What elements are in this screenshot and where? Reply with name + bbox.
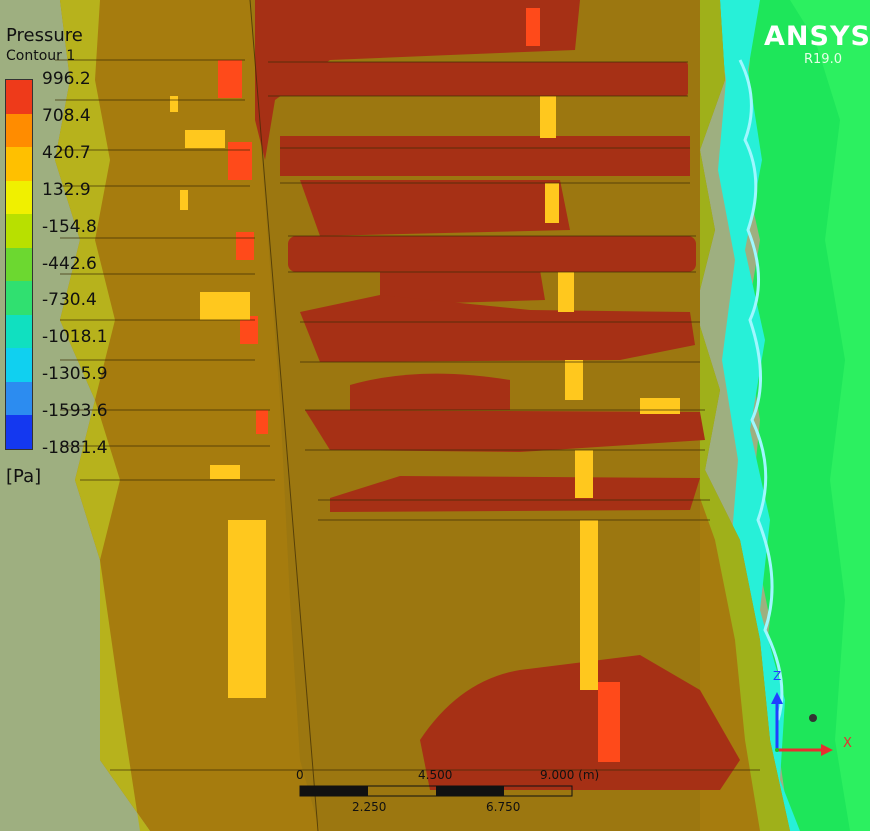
axis-z-label: Z xyxy=(773,669,782,683)
axis-origin xyxy=(775,748,779,752)
legend-level-label: -442.6 xyxy=(42,253,97,274)
legend-swatch xyxy=(6,247,32,282)
legend-level-label: 132.9 xyxy=(42,179,91,200)
legend-level-label: 996.2 xyxy=(42,69,91,89)
ansys-logo: ANSYS xyxy=(764,21,870,52)
legend-level-label: -1305.9 xyxy=(42,364,108,385)
scale-label-0: 0 xyxy=(296,768,304,782)
axis-z-arrowhead xyxy=(771,692,783,704)
legend-subtitle: Contour 1 xyxy=(6,48,76,64)
axis-triad[interactable] xyxy=(765,690,845,760)
scale-label-2250: 2.250 xyxy=(352,800,387,814)
legend-level-label: -1881.4 xyxy=(42,438,108,458)
legend-title: Pressure xyxy=(6,25,83,46)
legend-level-label: -730.4 xyxy=(42,290,97,311)
scale-label-9000: 9.000 (m) xyxy=(540,768,600,782)
legend-swatch xyxy=(6,314,32,349)
legend-level-label: 420.7 xyxy=(42,142,91,163)
legend-level-label: -154.8 xyxy=(42,216,97,237)
legend-swatch xyxy=(6,214,32,248)
scale-bar-segment-2 xyxy=(368,786,436,796)
axis-x-arrowhead xyxy=(821,744,833,756)
legend-swatch xyxy=(6,348,32,382)
legend-color-bar xyxy=(5,79,33,450)
scale-label-4500: 4.500 xyxy=(418,768,453,782)
legend-swatch xyxy=(6,113,32,148)
contour-viewport[interactable] xyxy=(0,0,870,831)
scale-label-6750: 6.750 xyxy=(486,800,521,814)
axis-x-label: X xyxy=(843,736,852,751)
legend-unit: [Pa] xyxy=(6,466,42,487)
legend-level-label: -1593.6 xyxy=(42,401,108,422)
axis-y-dot xyxy=(809,714,817,722)
scale-bar-segment-1 xyxy=(300,786,368,796)
legend-swatch xyxy=(6,415,32,449)
legend-swatch xyxy=(6,80,32,114)
legend-swatch xyxy=(6,147,32,181)
legend-swatch xyxy=(6,381,32,416)
legend-swatch xyxy=(6,180,32,215)
legend-level-label: 708.4 xyxy=(42,105,91,126)
legend-level-label: -1018.1 xyxy=(42,327,108,348)
scale-bar-segment-3 xyxy=(436,786,504,796)
legend-swatch xyxy=(6,281,32,315)
version-label: R19.0 xyxy=(804,52,842,67)
